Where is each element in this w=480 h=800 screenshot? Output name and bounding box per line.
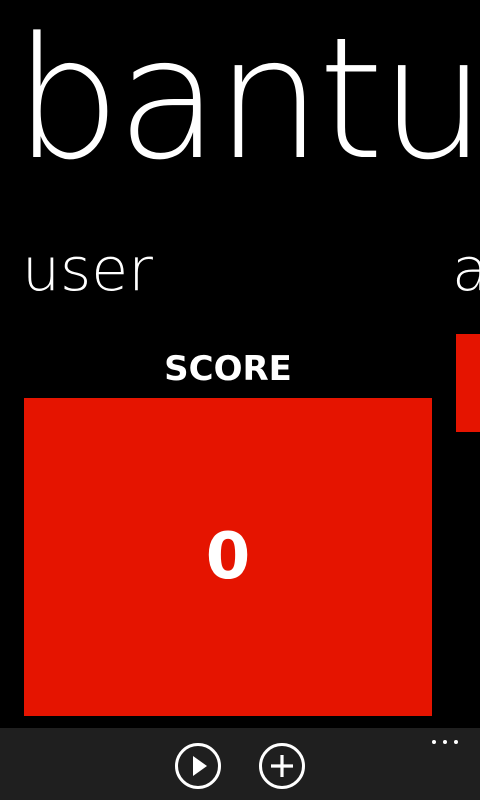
app-title: bantu — [14, 1, 480, 197]
add-icon — [259, 743, 305, 789]
score-value: 0 — [205, 520, 251, 594]
ellipsis-dot — [432, 740, 436, 744]
play-icon — [175, 743, 221, 789]
pivot-header-user[interactable]: user — [22, 232, 153, 308]
ellipsis-dot — [443, 740, 447, 744]
add-button[interactable] — [258, 742, 306, 790]
next-pivot-tile-peek — [456, 334, 480, 432]
pivot-header-next-peek[interactable]: a — [452, 232, 480, 308]
ellipsis-dot — [454, 740, 458, 744]
app-bar — [0, 728, 480, 800]
score-label: SCORE — [164, 349, 292, 389]
play-button[interactable] — [174, 742, 222, 790]
ellipsis-icon[interactable] — [432, 740, 458, 746]
score-tile: 0 — [24, 398, 432, 716]
